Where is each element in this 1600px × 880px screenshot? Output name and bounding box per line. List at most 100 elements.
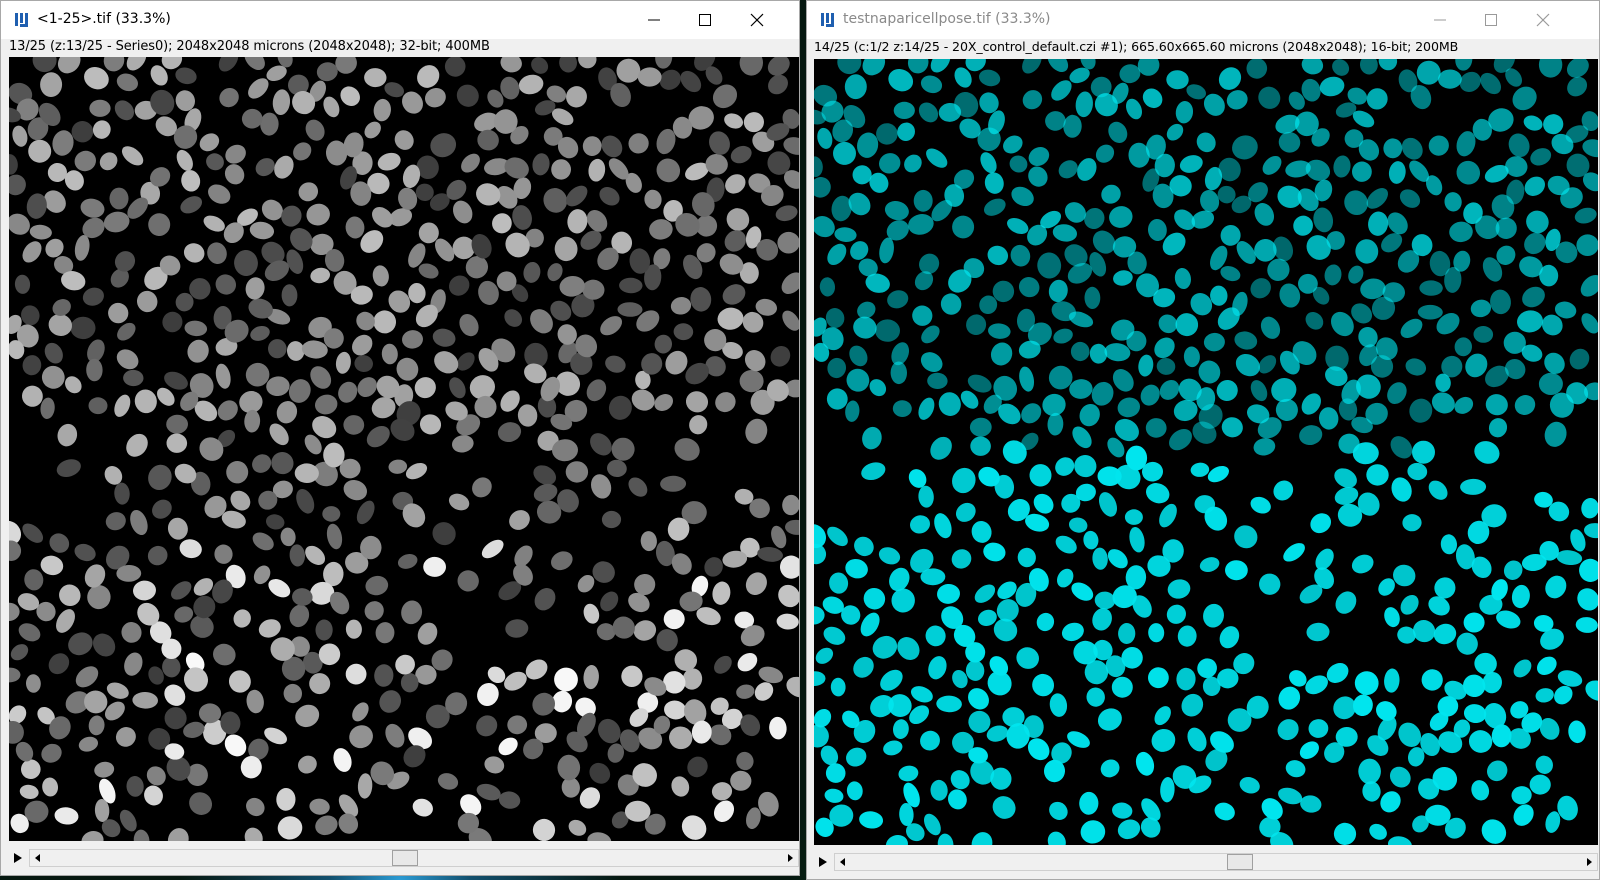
cell-nucleus — [879, 237, 894, 264]
cell-nucleus — [1111, 676, 1133, 698]
cell-nucleus — [354, 355, 373, 373]
cell-nucleus — [1047, 59, 1069, 73]
cell-nucleus — [1351, 554, 1374, 574]
cell-nucleus — [126, 433, 148, 457]
stack-slider-row[interactable] — [814, 853, 1598, 871]
cell-nucleus — [769, 716, 787, 740]
image-canvas[interactable] — [9, 57, 799, 841]
cell-nucleus — [1118, 623, 1136, 644]
cell-nucleus — [1272, 236, 1294, 262]
imagej-icon — [15, 12, 31, 28]
cell-nucleus — [59, 584, 81, 607]
cell-nucleus — [385, 723, 405, 748]
cell-nucleus — [1505, 156, 1528, 177]
scroll-right-arrow[interactable] — [782, 850, 798, 866]
cell-nucleus — [9, 602, 20, 622]
cell-nucleus — [444, 57, 466, 77]
image-canvas[interactable] — [814, 59, 1598, 845]
minimize-icon — [1434, 19, 1446, 21]
cell-nucleus — [887, 290, 909, 309]
cell-nucleus — [1253, 438, 1276, 456]
cell-nucleus — [57, 423, 78, 447]
cell-nucleus — [1460, 478, 1487, 495]
cell-nucleus — [1075, 91, 1093, 118]
cell-nucleus — [1433, 623, 1457, 645]
scroll-right-arrow[interactable] — [1581, 854, 1597, 870]
cell-nucleus — [1169, 428, 1192, 451]
cell-nucleus — [621, 665, 643, 687]
cell-nucleus — [133, 580, 156, 601]
title-bar[interactable]: <1-25>.tif (33.3%) — [1, 1, 799, 39]
cell-nucleus — [909, 515, 931, 534]
maximize-button[interactable] — [682, 1, 728, 39]
cell-nucleus — [1584, 523, 1598, 539]
cell-nucleus — [1109, 206, 1133, 228]
cell-nucleus — [230, 490, 251, 511]
cell-nucleus — [1218, 67, 1242, 90]
cell-nucleus — [1072, 426, 1092, 449]
cell-nucleus — [1010, 244, 1031, 267]
image-window-right[interactable]: testnaparicellpose.tif (33.3%) 14/25 (c:… — [806, 0, 1600, 880]
cell-nucleus — [608, 395, 632, 420]
scroll-thumb[interactable] — [392, 850, 418, 866]
image-window-left[interactable]: <1-25>.tif (33.3%) 13/25 (z:13/25 - Seri… — [0, 0, 800, 876]
cell-nucleus — [121, 146, 144, 166]
cell-nucleus — [1094, 591, 1116, 610]
cell-nucleus — [1112, 802, 1133, 819]
scroll-left-arrow[interactable] — [835, 854, 851, 870]
cell-nucleus — [532, 818, 556, 841]
cell-nucleus — [1581, 498, 1598, 519]
scroll-thumb[interactable] — [1227, 854, 1253, 870]
cell-nucleus — [87, 585, 111, 610]
cell-nucleus — [1068, 517, 1088, 533]
cell-nucleus — [1019, 366, 1035, 392]
cell-nucleus — [226, 461, 249, 484]
cell-nucleus — [517, 404, 538, 427]
cell-nucleus — [1412, 620, 1436, 643]
cell-nucleus — [1177, 625, 1197, 647]
maximize-button[interactable] — [1468, 1, 1514, 39]
cell-nucleus — [1049, 801, 1068, 820]
cell-nucleus — [352, 702, 369, 722]
cell-nucleus — [215, 274, 237, 295]
cell-nucleus — [1366, 88, 1388, 110]
scroll-left-arrow[interactable] — [30, 850, 46, 866]
cell-nucleus — [628, 477, 648, 497]
cell-nucleus — [289, 544, 306, 567]
close-button[interactable] — [1520, 1, 1566, 39]
stack-scrollbar[interactable] — [29, 849, 799, 867]
cell-nucleus — [600, 591, 619, 612]
cell-nucleus — [758, 666, 784, 684]
play-button[interactable] — [9, 849, 27, 867]
cell-nucleus — [1508, 133, 1530, 158]
cell-nucleus — [586, 379, 607, 402]
cell-nucleus — [246, 689, 264, 714]
cell-nucleus — [29, 224, 52, 240]
minimize-button[interactable] — [631, 1, 677, 39]
cell-nucleus — [777, 231, 799, 254]
cell-nucleus — [892, 719, 909, 739]
cell-nucleus — [1273, 480, 1294, 501]
cell-nucleus — [476, 783, 501, 801]
close-button[interactable] — [734, 1, 780, 39]
cell-nucleus — [1156, 357, 1176, 375]
cell-nucleus — [215, 363, 231, 389]
cell-nucleus — [476, 715, 498, 737]
cell-nucleus — [86, 358, 103, 382]
cell-nucleus — [1278, 787, 1303, 805]
cell-nucleus — [1197, 658, 1217, 679]
cell-nucleus — [1523, 115, 1543, 131]
play-button[interactable] — [814, 853, 832, 871]
cell-nucleus — [1107, 549, 1128, 569]
stack-scrollbar[interactable] — [834, 853, 1598, 871]
cell-nucleus — [617, 302, 643, 317]
minimize-button[interactable] — [1417, 1, 1463, 39]
cell-nucleus — [898, 765, 919, 782]
cell-nucleus — [1524, 176, 1545, 196]
stack-slider-row[interactable] — [9, 849, 799, 867]
cell-nucleus — [1391, 477, 1412, 502]
cell-nucleus — [292, 588, 313, 606]
cell-nucleus — [1080, 820, 1106, 844]
cell-nucleus — [10, 644, 29, 661]
title-bar[interactable]: testnaparicellpose.tif (33.3%) — [807, 1, 1599, 39]
